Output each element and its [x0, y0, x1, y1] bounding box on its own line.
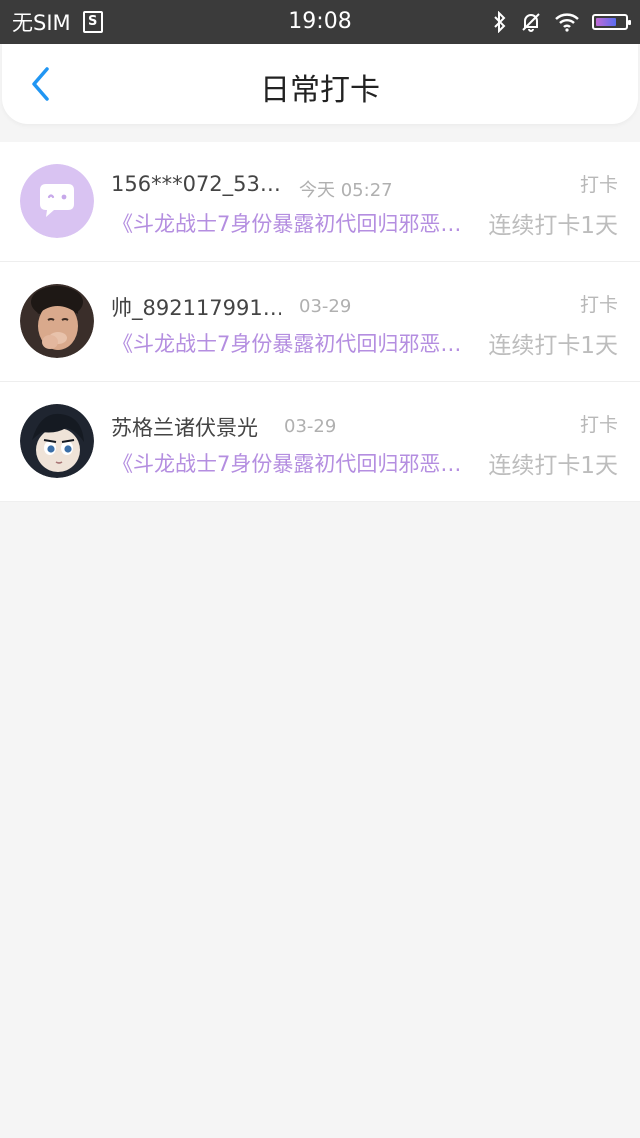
user-name[interactable]: 帅_892117991… — [111, 292, 281, 322]
list-item[interactable]: 苏格兰诸伏景光 03-29 打卡 《斗龙战士7身份暴露初代回归邪恶… 连续打卡1… — [0, 382, 640, 502]
list-item[interactable]: 156***072_53… 今天 05:27 打卡 《斗龙战士7身份暴露初代回归… — [0, 142, 640, 262]
post-time: 03-29 — [284, 416, 337, 437]
wifi-icon — [555, 13, 579, 32]
book-title[interactable]: 《斗龙战士7身份暴露初代回归邪恶… — [112, 208, 460, 238]
user-name[interactable]: 苏格兰诸伏景光 — [111, 412, 258, 442]
checkin-tag: 打卡 — [579, 294, 618, 316]
streak-count: 连续打卡1天 — [488, 213, 618, 239]
battery-level — [596, 18, 616, 26]
streak-count: 连续打卡1天 — [488, 333, 618, 359]
streak-count: 连续打卡1天 — [488, 453, 618, 479]
page-title: 日常打卡 — [260, 73, 380, 108]
anime-avatar[interactable] — [20, 404, 94, 478]
user-name[interactable]: 156***072_53… — [111, 172, 281, 196]
status-right — [492, 0, 631, 44]
book-title[interactable]: 《斗龙战士7身份暴露初代回归邪恶… — [112, 328, 460, 358]
nav-bar: 日常打卡 — [2, 44, 638, 124]
post-time: 今天 05:27 — [299, 180, 393, 201]
status-bar: 无SIM S 19:08 — [0, 0, 640, 44]
chat-bubble-avatar[interactable] — [20, 164, 94, 238]
list-item[interactable]: 帅_892117991… 03-29 打卡 《斗龙战士7身份暴露初代回归邪恶… … — [0, 262, 640, 382]
post-time: 03-29 — [299, 296, 352, 317]
bluetooth-icon — [494, 11, 506, 33]
photo-avatar[interactable] — [20, 284, 94, 358]
bell-off-icon — [522, 13, 540, 32]
checkin-list: 156***072_53… 今天 05:27 打卡 《斗龙战士7身份暴露初代回归… — [0, 142, 640, 502]
book-title[interactable]: 《斗龙战士7身份暴露初代回归邪恶… — [112, 448, 460, 478]
checkin-tag: 打卡 — [579, 414, 618, 436]
battery-icon — [592, 14, 631, 30]
checkin-tag: 打卡 — [579, 174, 618, 196]
